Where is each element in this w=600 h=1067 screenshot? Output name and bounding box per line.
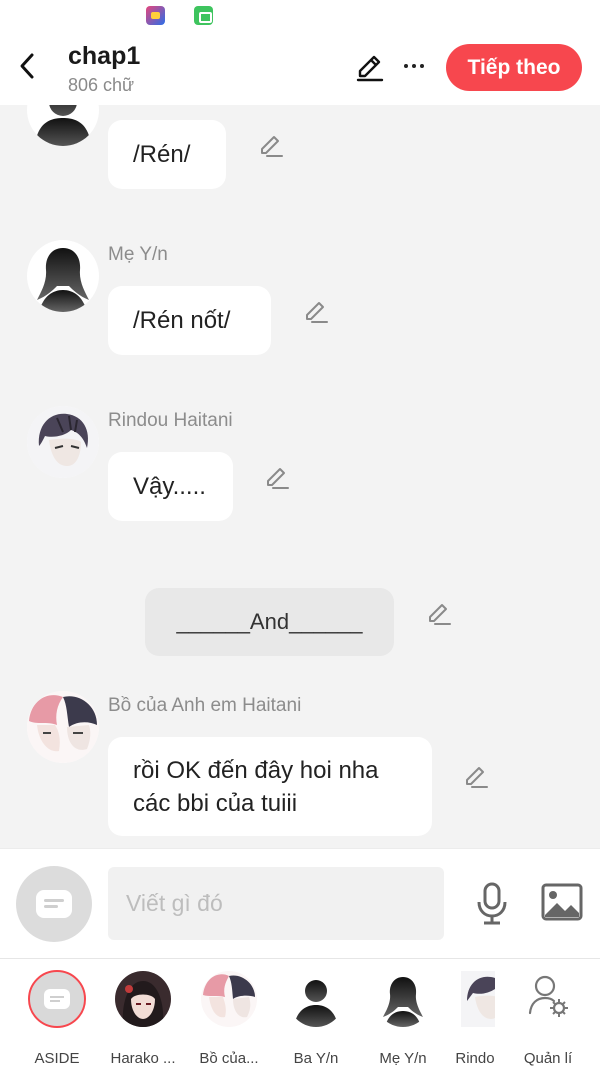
microphone-icon[interactable] (472, 881, 512, 925)
character-rindo[interactable]: Rindo (433, 971, 517, 1067)
more-dot-icon (412, 64, 416, 68)
message-bubble[interactable]: /Rén/ (108, 120, 226, 189)
avatar-bo-cua-anh-em-haitani[interactable] (27, 691, 99, 763)
edit-message-icon[interactable] (425, 600, 453, 628)
anime-character-icon (27, 406, 99, 478)
more-options-button[interactable] (398, 50, 430, 82)
character-label: ASIDE (34, 1050, 80, 1067)
pencil-icon (356, 55, 384, 82)
aside-toggle-button[interactable] (16, 866, 92, 942)
user-settings-icon (528, 975, 568, 1017)
image-icon[interactable] (541, 883, 583, 921)
character-label: Quản lí (523, 1050, 573, 1067)
manage-characters-button[interactable]: Quản lí (506, 971, 590, 1067)
edit-message-icon[interactable] (462, 763, 490, 791)
more-dot-icon (420, 64, 424, 68)
character-name: Bồ của Anh em Haitani (108, 695, 302, 716)
character-avatar (461, 971, 495, 1027)
android-notification-icon (194, 6, 213, 25)
narration-bubble[interactable]: ______And______ (145, 588, 394, 656)
message-line: rồi OK đến đây hoi nha (133, 756, 379, 784)
character-avatar (115, 971, 171, 1027)
chevron-left-icon (20, 53, 34, 79)
edit-message-icon[interactable] (257, 132, 285, 160)
message-bubble[interactable]: /Rén nốt/ (108, 286, 271, 355)
avatar-silhouette[interactable] (27, 105, 99, 146)
character-label: Rindo (455, 1050, 495, 1067)
character-label: Ba Y/n (293, 1050, 339, 1067)
avatar-rindou-haitani[interactable] (27, 406, 99, 478)
status-bar (0, 0, 600, 32)
character-label: Bồ của... (199, 1050, 259, 1067)
header: chap1 806 chữ Tiếp theo (0, 32, 600, 105)
anime-couple-icon (27, 691, 99, 763)
character-bo-cua[interactable]: Bồ của... (187, 971, 271, 1067)
anime-character-icon (461, 971, 495, 1027)
aside-icon (44, 989, 70, 1009)
character-name: Mẹ Y/n (108, 244, 168, 265)
edit-title-button[interactable] (354, 52, 386, 84)
character-avatar (288, 971, 344, 1027)
character-avatar (201, 971, 257, 1027)
person-silhouette-icon (37, 248, 89, 312)
character-avatar (375, 971, 431, 1027)
aside-icon (36, 890, 72, 918)
character-ba-yn[interactable]: Ba Y/n (274, 971, 358, 1067)
word-count: 806 chữ (68, 75, 135, 95)
message-bubble[interactable]: Vậy..... (108, 452, 233, 521)
person-silhouette-icon (375, 971, 431, 1027)
more-dot-icon (404, 64, 408, 68)
character-label: Harako ... (110, 1050, 176, 1067)
edit-message-icon[interactable] (263, 464, 291, 492)
next-button[interactable]: Tiếp theo (446, 44, 582, 91)
anime-couple-icon (201, 971, 257, 1027)
chapter-title: chap1 (68, 42, 141, 70)
person-silhouette-icon (35, 105, 91, 146)
avatar-me-yn[interactable] (27, 240, 99, 312)
character-harako[interactable]: Harako ... (101, 971, 185, 1067)
anime-girl-icon (115, 971, 171, 1027)
edit-message-icon[interactable] (302, 298, 330, 326)
message-input[interactable] (108, 867, 444, 940)
message-line: các bbi của tuiii (133, 789, 298, 817)
composer-bar (0, 848, 600, 958)
message-bubble[interactable]: rồi OK đến đây hoi nha các bbi của tuiii (108, 737, 432, 836)
chat-area[interactable]: /Rén/ Mẹ Y/n /Rén nốt/ Rindou Haitani Vậ… (0, 105, 600, 848)
back-button[interactable] (12, 50, 42, 82)
character-name: Rindou Haitani (108, 410, 233, 431)
person-silhouette-icon (288, 971, 344, 1027)
app-notification-icon (146, 6, 165, 25)
character-bar: ASIDE Harako ... Bồ của... Ba Y/n Mẹ Y/n… (0, 958, 600, 1067)
aside-avatar (28, 970, 86, 1028)
character-aside[interactable]: ASIDE (15, 970, 99, 1067)
